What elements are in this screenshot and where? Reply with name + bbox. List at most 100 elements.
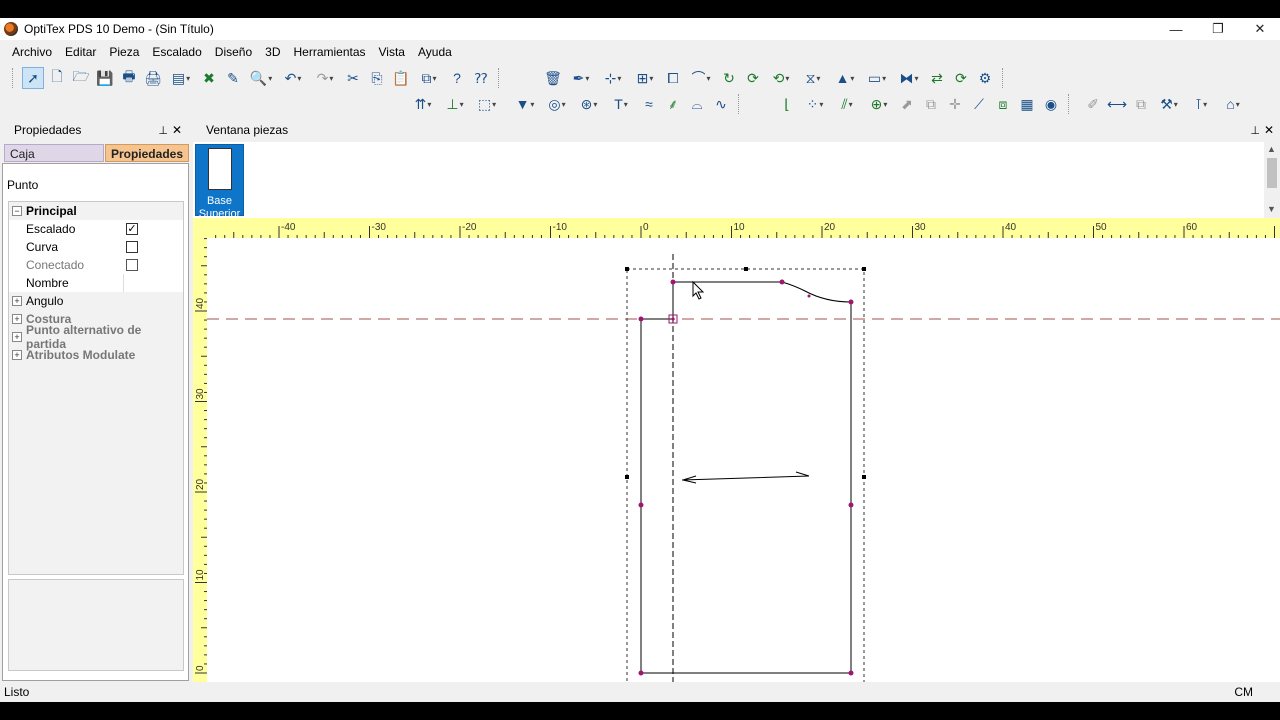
arrange-icon[interactable]: ⧉ — [414, 67, 444, 89]
help-icon[interactable]: ? — [446, 67, 468, 89]
align-icon[interactable]: ⧠ — [662, 67, 684, 89]
arc-icon[interactable]: ⌓ — [686, 93, 708, 115]
swap-icon[interactable]: ⇄ — [926, 67, 948, 89]
group-principal[interactable]: − Principal — [9, 202, 183, 220]
duplicate-icon[interactable]: ⧈ — [992, 93, 1014, 115]
menu-herramientas[interactable]: Herramientas — [293, 45, 365, 59]
pen-tool-icon[interactable]: ✒ — [566, 67, 596, 89]
conectado-checkbox[interactable] — [126, 259, 138, 271]
refresh-icon[interactable]: ⟳ — [950, 67, 972, 89]
circle-icon[interactable]: ◎ — [542, 93, 572, 115]
excel-export-icon[interactable]: ✖ — [198, 67, 220, 89]
property-curva[interactable]: Curva — [9, 238, 183, 256]
dart-icon[interactable]: ⇈ — [408, 93, 438, 115]
piece-info-icon[interactable]: ▭ — [862, 67, 892, 89]
flip-icon[interactable]: ⟲ — [766, 67, 796, 89]
globe-icon[interactable]: ◉ — [1040, 93, 1062, 115]
menu-archivo[interactable]: Archivo — [12, 45, 52, 59]
collapse-icon[interactable]: − — [12, 206, 22, 216]
pencil-icon[interactable]: ✐ — [1082, 93, 1104, 115]
redo-icon[interactable]: ↷ — [310, 67, 340, 89]
pattern-piece[interactable] — [193, 218, 1280, 682]
print-options-icon[interactable]: ▤ — [166, 67, 196, 89]
toolbar-end-grip-3[interactable] — [738, 94, 748, 114]
seam-icon[interactable]: ≈ — [638, 93, 660, 115]
toolbar-end-grip-2[interactable] — [1002, 68, 1012, 88]
menu-diseno[interactable]: Diseño — [215, 45, 252, 59]
scroll-up-icon[interactable]: ▲ — [1267, 144, 1276, 154]
curve-icon[interactable]: ⌒ — [686, 67, 716, 89]
wave-icon[interactable]: ∿ — [710, 93, 732, 115]
minimize-button[interactable]: — — [1154, 18, 1198, 40]
ruler-icon[interactable]: ⟷ — [1106, 93, 1128, 115]
copy-icon[interactable]: ⎘ — [366, 67, 388, 89]
curva-checkbox[interactable] — [126, 241, 138, 253]
combine-icon[interactable]: ⧉ — [920, 93, 942, 115]
menu-escalado[interactable]: Escalado — [152, 45, 201, 59]
property-conectado[interactable]: Conectado — [9, 256, 183, 274]
cut-line-icon[interactable]: ⟋ — [968, 93, 990, 115]
button-icon[interactable]: ⊛ — [574, 93, 604, 115]
group-punto-alternativo[interactable]: + Punto alternativo de partida — [9, 323, 183, 351]
mirror-icon[interactable]: ⧖ — [798, 67, 828, 89]
expand-icon[interactable]: + — [12, 314, 22, 324]
rotate-icon[interactable]: ↻ — [718, 67, 740, 89]
new-file-icon[interactable]: 🗋 — [46, 67, 68, 89]
group-atributos-modulate[interactable]: + Atributos Modulate — [9, 346, 183, 364]
cross-icon[interactable]: ✛ — [944, 93, 966, 115]
expand-icon[interactable]: + — [12, 332, 22, 342]
property-nombre[interactable]: Nombre — [9, 274, 183, 292]
scroll-down-icon[interactable]: ▼ — [1267, 204, 1276, 214]
spread-icon[interactable]: ⊕ — [864, 93, 894, 115]
stamp-icon[interactable]: ⊺ — [1186, 93, 1216, 115]
corner-icon[interactable]: ⌊ — [776, 93, 798, 115]
menu-pieza[interactable]: Pieza — [109, 45, 139, 59]
drawing-area[interactable]: -40 -30 -20 -10 0 10 20 30 40 50 60 40 30 20 10 0 — [193, 218, 1280, 682]
pin-icon[interactable]: ⊥ — [158, 124, 168, 137]
notch-icon[interactable]: ⊥ — [440, 93, 470, 115]
pleat-icon[interactable]: ▼ — [510, 93, 540, 115]
piece-thumbnail[interactable]: Base Superior — [195, 144, 244, 217]
fullness-icon[interactable]: ⸙ — [662, 93, 684, 115]
delete-icon[interactable]: 🗑 — [542, 67, 564, 89]
print-icon[interactable]: 🖶 — [118, 67, 140, 89]
slash-icon[interactable]: ⫽ — [832, 93, 862, 115]
plot-icon[interactable]: 🖨 — [142, 67, 164, 89]
save-icon[interactable]: 💾 — [94, 67, 116, 89]
tab-propiedades[interactable]: Propiedades — [104, 144, 189, 162]
edit-piece-icon[interactable]: ▦ — [1016, 93, 1038, 115]
cut-icon[interactable]: ✂ — [342, 67, 364, 89]
toolbar-end-grip-4[interactable] — [1068, 94, 1078, 114]
points-grid-icon[interactable]: ⁘ — [800, 93, 830, 115]
rotate-piece-icon[interactable]: ⟳ — [742, 67, 764, 89]
tools-icon[interactable]: ⚒ — [1154, 93, 1184, 115]
triangle-icon[interactable]: ▲ — [830, 67, 860, 89]
menu-editar[interactable]: Editar — [65, 45, 96, 59]
internal-icon[interactable]: ⬚ — [472, 93, 502, 115]
toolbar-end-grip[interactable] — [498, 68, 508, 88]
restore-button[interactable]: ❐ — [1196, 18, 1240, 40]
symmetry-icon[interactable]: ⧓ — [894, 67, 924, 89]
undo-icon[interactable]: ↶ — [278, 67, 308, 89]
menu-ayuda[interactable]: Ayuda — [418, 45, 452, 59]
settings-panel-icon[interactable]: ⚙ — [974, 67, 996, 89]
close-window-button[interactable]: ✕ — [1238, 18, 1280, 40]
property-escalado[interactable]: Escalado ✓ — [9, 220, 183, 238]
pieces-scrollbar[interactable]: ▲ ▼ — [1264, 142, 1280, 218]
menu-3d[interactable]: 3D — [265, 45, 280, 59]
tab-caja-herramientas[interactable]: Caja herramientas — [4, 144, 104, 175]
zoom-icon[interactable]: 🔍 — [246, 67, 276, 89]
select-tool-icon[interactable]: ➚ — [22, 67, 44, 89]
text-icon[interactable]: T — [606, 93, 636, 115]
copy-gray-icon[interactable]: ⧉ — [1130, 93, 1152, 115]
paste-icon[interactable]: 📋 — [390, 67, 412, 89]
escalado-checkbox[interactable]: ✓ — [126, 223, 138, 235]
nombre-field[interactable] — [123, 274, 183, 292]
expand-icon[interactable]: + — [12, 350, 22, 360]
move-piece-icon[interactable]: ⬈ — [896, 93, 918, 115]
scroll-thumb[interactable] — [1267, 158, 1277, 188]
toolbar-grip[interactable] — [12, 68, 18, 88]
open-folder-icon[interactable]: 🗁 — [70, 67, 92, 89]
measure-icon[interactable]: ✎ — [222, 67, 244, 89]
context-help-icon[interactable]: ⁇ — [470, 67, 492, 89]
